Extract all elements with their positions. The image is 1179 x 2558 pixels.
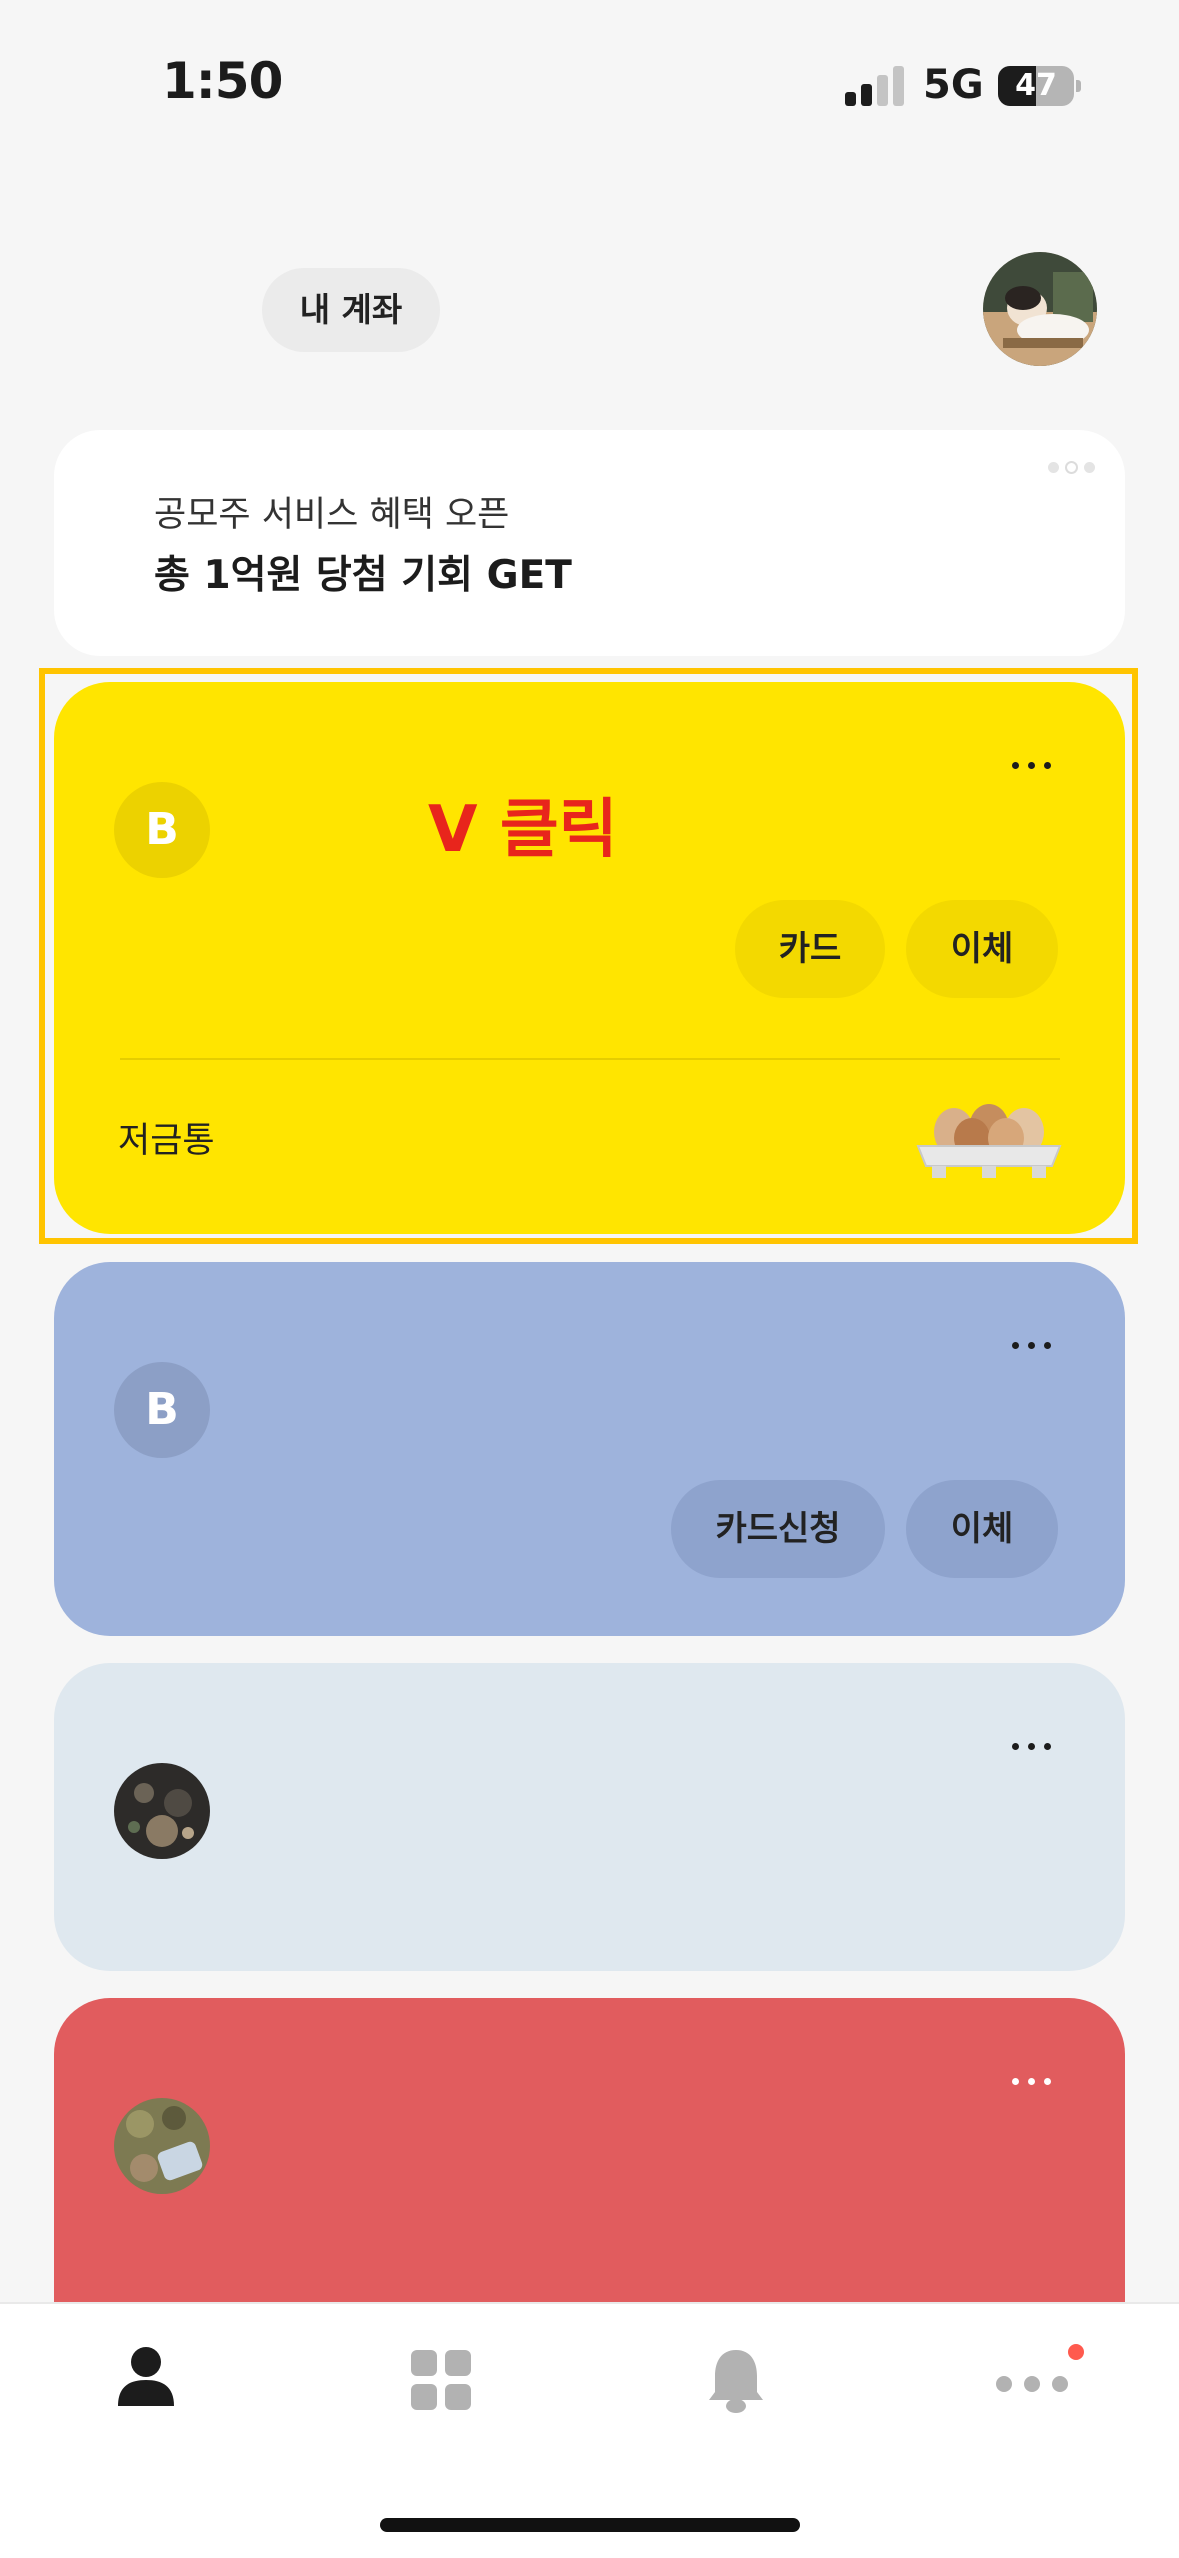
page-dot: [1084, 462, 1095, 473]
my-account-button[interactable]: 내 계좌: [262, 268, 440, 352]
account-card-3[interactable]: [54, 1663, 1125, 1971]
more-icon[interactable]: [996, 2374, 1068, 2398]
cellular-signal-icon: [845, 66, 905, 106]
account-photo-icon: [114, 2098, 210, 2194]
person-icon[interactable]: [116, 2346, 176, 2412]
battery-level: 47: [1015, 68, 1057, 103]
status-time: 1:50: [162, 52, 283, 110]
battery-tip: [1076, 80, 1081, 92]
page-dot: [1048, 462, 1059, 473]
profile-photo-icon: [983, 252, 1097, 366]
promo-banner[interactable]: 공모주 서비스 혜택 오픈 총 1억원 당첨 기회 GET: [54, 430, 1125, 656]
highlight-annotation-box: [39, 668, 1138, 1244]
transfer-button[interactable]: 이체: [906, 1480, 1058, 1578]
grid-icon[interactable]: [411, 2350, 471, 2414]
more-options-icon[interactable]: [1003, 1334, 1051, 1353]
bank-logo-icon: B: [114, 1362, 210, 1458]
battery-icon: 47: [998, 66, 1074, 106]
page-dot-active: [1065, 461, 1078, 474]
home-indicator: [380, 2518, 800, 2532]
account-card-4[interactable]: [54, 1998, 1125, 2318]
notification-badge: [1068, 2344, 1084, 2360]
more-options-icon[interactable]: [1003, 1735, 1051, 1754]
more-options-icon[interactable]: [1003, 2070, 1051, 2089]
bell-icon[interactable]: [708, 2348, 764, 2418]
click-annotation: V 클릭: [428, 793, 618, 867]
account-photo-icon: [114, 1763, 210, 1859]
promo-subtitle: 공모주 서비스 혜택 오픈: [154, 495, 510, 535]
account-card-2[interactable]: B 카드신청 이체: [54, 1262, 1125, 1636]
profile-avatar[interactable]: [983, 252, 1097, 366]
promo-title: 총 1억원 당첨 기회 GET: [154, 553, 572, 598]
card-apply-button[interactable]: 카드신청: [671, 1480, 885, 1578]
network-label: 5G: [923, 62, 984, 108]
promo-page-indicator: [1042, 458, 1095, 477]
